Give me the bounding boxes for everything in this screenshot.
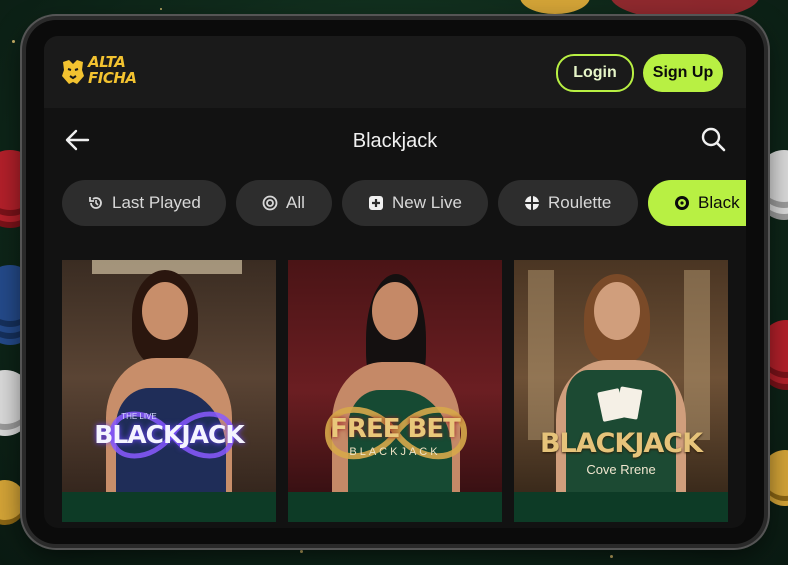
category-all[interactable]: All <box>236 180 332 226</box>
game-subtitle: BLACKJACK <box>349 446 441 458</box>
dealer-face <box>142 282 188 340</box>
game-card[interactable]: FREE BET BLACKJACK <box>288 260 502 522</box>
pillar <box>528 270 554 440</box>
login-button[interactable]: Login <box>556 54 634 92</box>
search-icon[interactable] <box>700 126 726 152</box>
table-felt <box>288 492 502 522</box>
roulette-icon <box>525 196 539 210</box>
page-nav: Blackjack <box>44 120 746 160</box>
target-icon <box>262 195 278 211</box>
table-felt <box>62 492 276 522</box>
brand-logo[interactable]: ALTA FICHA <box>60 52 150 92</box>
dealer-face <box>594 282 640 340</box>
top-bar: ALTA FICHA Login Sign Up <box>44 36 746 108</box>
game-title: BLACKJACK <box>94 420 244 449</box>
game-card[interactable]: BLACKJACK Cove Rrene <box>514 260 728 522</box>
category-filter-bar: Last Played All New Live Roulette Black <box>62 180 746 228</box>
game-card[interactable]: THE LIVE BLACKJACK <box>62 260 276 522</box>
app-screen: ALTA FICHA Login Sign Up Blackjack Last … <box>44 36 746 528</box>
arrow-left-icon[interactable] <box>64 128 90 152</box>
category-last-played[interactable]: Last Played <box>62 180 226 226</box>
plus-square-icon <box>369 196 383 210</box>
category-label: New Live <box>392 193 462 212</box>
category-new-live[interactable]: New Live <box>342 180 488 226</box>
category-label: Roulette <box>548 193 612 212</box>
tablet-frame: ALTA FICHA Login Sign Up Blackjack Last … <box>26 20 764 544</box>
dealer-face <box>372 282 418 340</box>
category-label: Black <box>698 193 740 212</box>
signup-button[interactable]: Sign Up <box>643 54 723 92</box>
category-label: Last Played <box>112 193 201 212</box>
game-grid: THE LIVE BLACKJACK FREE BET BLACKJACK BL… <box>62 260 728 522</box>
logo-text: ALTA FICHA <box>88 53 137 87</box>
blackjack-icon <box>675 196 689 210</box>
game-title: FREE BET <box>330 414 461 444</box>
pillar <box>684 270 710 440</box>
category-label: All <box>286 193 305 212</box>
tiger-logo-icon <box>62 60 84 84</box>
history-icon <box>89 197 102 209</box>
category-roulette[interactable]: Roulette <box>498 180 638 226</box>
page-title: Blackjack <box>352 130 438 152</box>
category-blackjack[interactable]: Black <box>648 180 746 226</box>
game-title: BLACKJACK <box>539 428 703 459</box>
table-felt <box>514 492 728 522</box>
game-subtitle: Cove Rrene <box>586 462 656 477</box>
